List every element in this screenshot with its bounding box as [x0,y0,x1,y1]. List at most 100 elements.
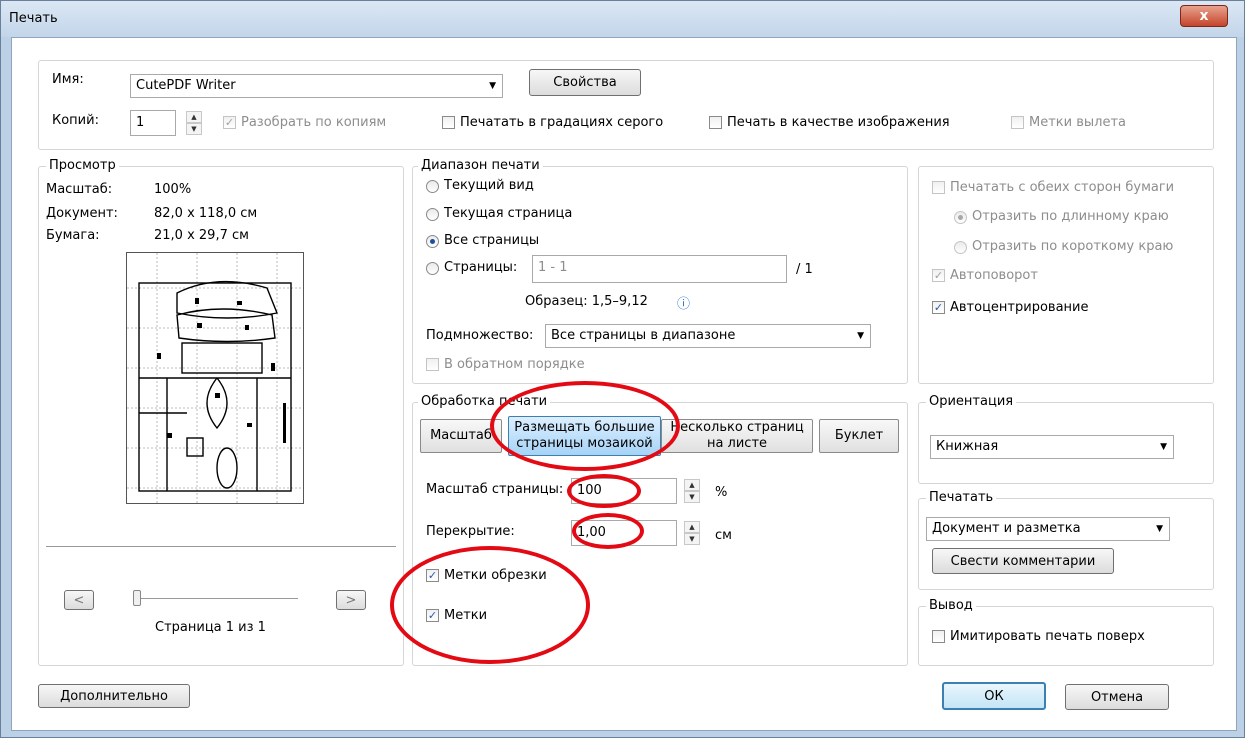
orientation-value: Книжная [936,439,999,454]
printer-name-value: CutePDF Writer [136,78,236,93]
current-view-label: Текущий вид [444,178,534,193]
copies-label: Копий: [52,113,99,128]
short-edge-label: Отразить по короткому краю [972,239,1174,254]
tab-booklet[interactable]: Буклет [819,419,899,453]
page-slider-thumb[interactable] [133,590,141,606]
print-what-group-label: Печатать [926,490,997,505]
auto-center-label: Автоцентрирование [950,300,1089,315]
preview-document-label: Документ: [46,206,118,221]
reverse-order-checkbox[interactable] [426,358,439,371]
dialog-client-area: Имя: CutePDF Writer ▼ Свойства Копий: 1 … [11,37,1237,731]
output-group-label: Вывод [926,598,976,613]
page-slider-track[interactable] [138,598,298,599]
tab-tile-large-pages[interactable]: Размещать большие страницы мозаикой [508,416,661,456]
tab-multiple-pages[interactable]: Несколько страниц на листе [661,419,813,453]
floor-plan-preview-image [127,253,303,503]
tab-multiple-pages-label: Несколько страниц на листе [670,420,803,452]
simulate-overprint-label: Имитировать печать поверх [950,629,1145,644]
info-icon[interactable]: ⓘ [677,293,690,312]
chevron-down-icon: ▼ [489,81,496,91]
reverse-order-label: В обратном порядке [444,357,585,372]
cut-marks-checkbox[interactable]: ✓ [426,569,439,582]
tab-scale[interactable]: Масштаб [420,419,502,453]
long-edge-radio[interactable] [954,211,967,224]
chevron-down-icon: ▼ [1156,524,1163,534]
page-scale-label: Масштаб страницы: [426,482,564,497]
auto-center-checkbox[interactable]: ✓ [932,301,945,314]
print-range-group-label: Диапазон печати [418,158,543,173]
printer-name-select[interactable]: CutePDF Writer ▼ [130,74,503,98]
print-what-select[interactable]: Документ и разметка ▼ [926,517,1170,541]
advanced-button[interactable]: Дополнительно [38,684,190,708]
print-as-image-checkbox[interactable] [709,116,722,129]
long-edge-label: Отразить по длинному краю [972,209,1169,224]
prev-page-button[interactable]: < [64,590,94,610]
close-button[interactable]: x [1180,5,1228,27]
summarize-comments-button[interactable]: Свести комментарии [932,548,1114,574]
preview-paper-value: 21,0 x 29,7 см [154,228,249,243]
collate-label: Разобрать по копиям [241,115,387,130]
bleed-marks-checkbox[interactable] [1011,116,1024,129]
preview-scale-value: 100% [154,182,192,197]
chevron-down-icon: ▼ [1160,442,1167,452]
overlap-label: Перекрытие: [426,524,515,539]
overlap-down-arrow-icon[interactable]: ▼ [684,533,700,545]
current-page-label: Текущая страница [444,206,573,221]
orientation-group-label: Ориентация [926,394,1017,409]
copies-up-arrow-icon[interactable]: ▲ [186,111,202,123]
subset-label: Подмножество: [426,328,534,343]
print-dialog: Печать x Имя: CutePDF Writer ▼ Свойства … [0,0,1245,738]
pages-radio[interactable] [426,262,439,275]
collate-checkbox[interactable]: ✓ [223,116,236,129]
copies-input[interactable]: 1 [130,110,176,136]
orientation-select[interactable]: Книжная ▼ [930,435,1174,459]
overlap-unit: см [715,528,732,543]
pages-sample: Образец: 1,5–9,12 [525,294,648,309]
preview-divider [46,546,396,547]
ok-button[interactable]: ОК [942,682,1046,710]
preview-paper-label: Бумага: [46,228,100,243]
subset-select[interactable]: Все страницы в диапазоне ▼ [545,324,871,348]
grayscale-label: Печатать в градациях серого [460,115,664,130]
both-sides-checkbox[interactable] [932,181,945,194]
page-handling-group-label: Обработка печати [418,394,551,409]
all-pages-label: Все страницы [444,233,540,248]
title-bar: Печать x [1,1,1244,37]
page-scale-down-arrow-icon[interactable]: ▼ [684,491,700,503]
overlap-up-arrow-icon[interactable]: ▲ [684,521,700,533]
window-title: Печать [9,11,58,26]
cut-marks-label: Метки обрезки [444,568,547,583]
grayscale-checkbox[interactable] [442,116,455,129]
pages-label: Страницы: [444,260,518,275]
page-preview [126,252,304,504]
labels-checkbox[interactable]: ✓ [426,609,439,622]
auto-rotate-label: Автоповорот [950,268,1038,283]
pages-range-input[interactable]: 1 - 1 [532,255,787,283]
tab-multi-line-1: Несколько страниц [670,420,804,435]
chevron-down-icon: ▼ [857,331,864,341]
print-what-value: Документ и разметка [932,521,1081,536]
simulate-overprint-checkbox[interactable] [932,630,945,643]
print-what-group [918,498,1214,590]
page-scale-up-arrow-icon[interactable]: ▲ [684,479,700,491]
bleed-marks-label: Метки вылета [1029,115,1126,130]
all-pages-radio[interactable] [426,235,439,248]
properties-button[interactable]: Свойства [529,69,641,96]
auto-rotate-checkbox[interactable]: ✓ [932,269,945,282]
print-as-image-label: Печать в качестве изображения [727,115,950,130]
cancel-button[interactable]: Отмена [1065,684,1169,710]
tab-tile-line-2: страницы мозаикой [516,436,653,451]
page-scale-unit: % [715,485,728,500]
overlap-input[interactable]: 1,00 [571,520,677,546]
copies-down-arrow-icon[interactable]: ▼ [186,123,202,135]
preview-document-value: 82,0 x 118,0 см [154,206,258,221]
next-page-button[interactable]: > [336,590,366,610]
preview-scale-label: Масштаб: [46,182,113,197]
current-page-radio[interactable] [426,208,439,221]
current-view-radio[interactable] [426,180,439,193]
page-scale-input[interactable]: 100 [571,478,677,504]
subset-value: Все страницы в диапазоне [551,328,736,343]
short-edge-radio[interactable] [954,241,967,254]
printer-name-label: Имя: [52,72,84,87]
pages-total: / 1 [796,262,813,277]
